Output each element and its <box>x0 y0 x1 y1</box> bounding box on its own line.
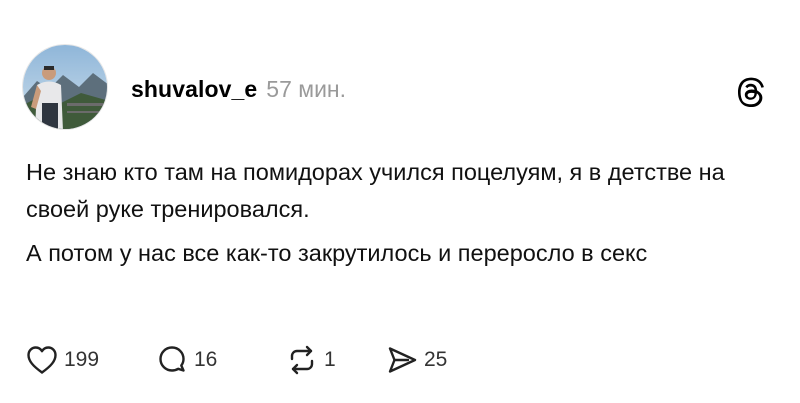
like-count: 199 <box>64 348 100 371</box>
action-bar: 199 16 1 25 <box>26 342 486 378</box>
threads-post: shuvalov_e 57 мин. Не знаю кто там на по… <box>0 0 800 403</box>
post-timestamp: 57 мин. <box>266 76 347 102</box>
share-count: 25 <box>424 348 448 371</box>
post-text: Не знаю кто там на помидорах учился поце… <box>26 154 776 279</box>
repost-icon <box>286 344 318 376</box>
avatar[interactable] <box>22 44 108 130</box>
post-header: shuvalov_e 57 мин. <box>131 76 346 106</box>
heart-icon <box>26 345 58 375</box>
send-icon <box>386 344 418 376</box>
threads-logo-icon <box>737 77 765 107</box>
repost-button[interactable]: 1 <box>286 342 386 378</box>
comment-button[interactable]: 16 <box>156 342 286 378</box>
avatar-photo <box>23 45 107 129</box>
comment-icon <box>156 344 188 376</box>
post-paragraph: Не знаю кто там на помидорах учился поце… <box>26 159 725 222</box>
like-button[interactable]: 199 <box>26 342 156 378</box>
post-paragraph: А потом у нас все как-то закрутилось и п… <box>26 240 648 266</box>
share-button[interactable]: 25 <box>386 342 486 378</box>
repost-count: 1 <box>324 348 336 371</box>
comment-count: 16 <box>194 348 218 371</box>
author-username[interactable]: shuvalov_e <box>131 76 257 103</box>
